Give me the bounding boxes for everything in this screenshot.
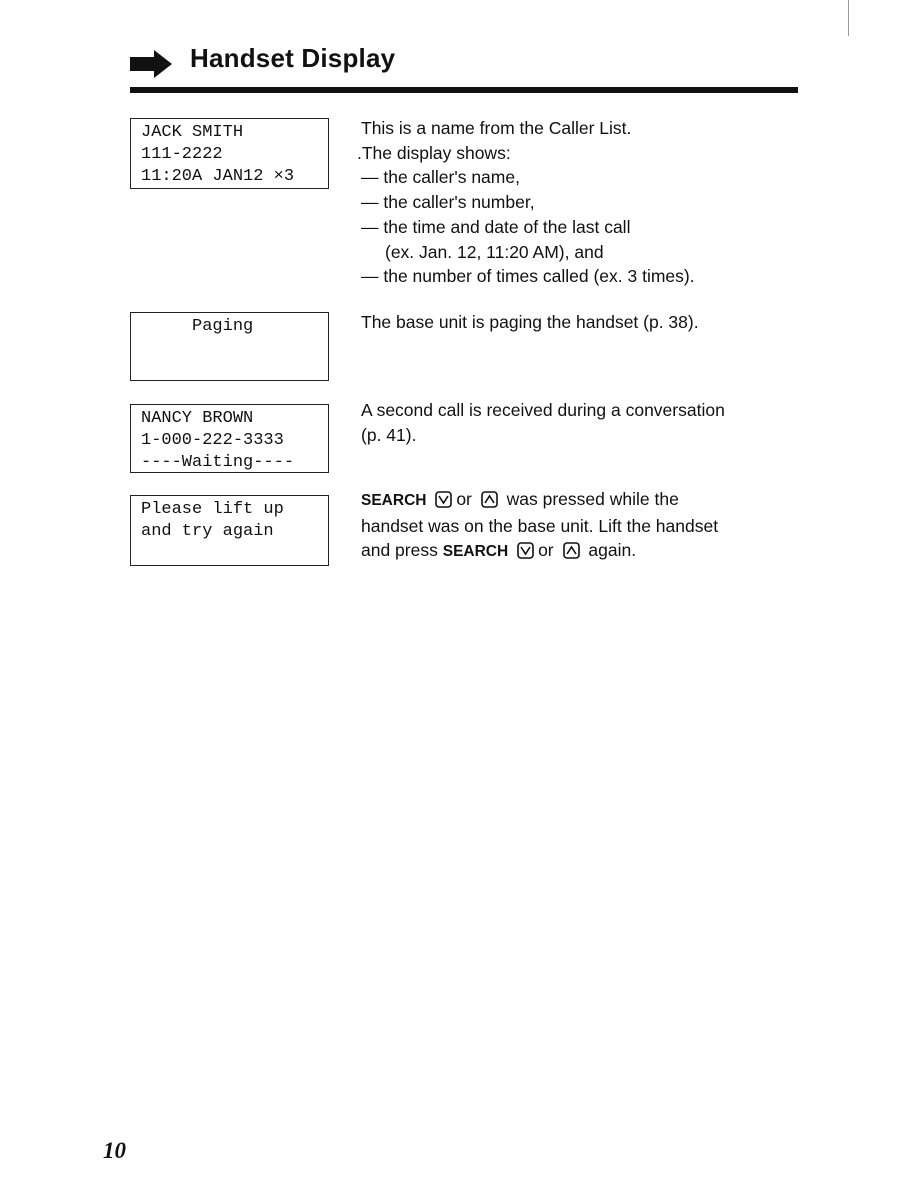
desc-line: and press SEARCH or again.	[361, 538, 718, 565]
lcd-display-waiting: NANCY BROWN 1-000-222-3333 ----Waiting--…	[130, 404, 329, 473]
down-key-icon	[435, 491, 453, 508]
desc-line: (ex. Jan. 12, 11:20 AM), and	[385, 241, 604, 262]
desc-line: This is a name from the Caller List.	[361, 118, 632, 138]
search-key-label: SEARCH	[361, 492, 427, 509]
desc-line: — the caller's number,	[361, 192, 535, 213]
page-title: Handset Display	[190, 43, 396, 73]
lcd-line: JACK SMITH	[141, 123, 244, 142]
lcd-line: 11:20A JAN12 ×3	[141, 167, 295, 186]
or-text: or	[538, 540, 554, 561]
desc-text: and press	[361, 540, 438, 561]
title-rule	[130, 87, 798, 93]
desc-line: (p. 41).	[361, 424, 417, 445]
description-lift: SEARCH or was pressed while the handset …	[361, 487, 718, 565]
lcd-line: ----Waiting----	[141, 453, 295, 472]
lcd-line: 111-2222	[141, 145, 223, 164]
desc-line: A second call is received during a conve…	[361, 400, 725, 420]
down-key-icon	[517, 542, 534, 560]
right-arrow-icon	[130, 50, 172, 78]
lcd-line: NANCY BROWN	[141, 409, 254, 428]
page-number: 10	[103, 1138, 126, 1163]
desc-line: .The display shows:	[357, 142, 511, 163]
lcd-line: and try again	[141, 522, 274, 541]
desc-line: — the caller's name,	[361, 167, 520, 188]
or-text: or	[456, 489, 472, 509]
desc-line: — the number of times called (ex. 3 time…	[361, 266, 695, 287]
description-waiting: A second call is received during a conve…	[361, 398, 725, 447]
lcd-line: 1-000-222-3333	[141, 431, 284, 450]
desc-text: was pressed while the	[506, 489, 679, 509]
lcd-display-caller: JACK SMITH 111-2222 11:20A JAN12 ×3	[130, 118, 329, 189]
desc-text: again.	[588, 540, 637, 561]
manual-page: Handset Display JACK SMITH 111-2222 11:2…	[0, 0, 918, 1188]
lcd-display-lift: Please lift up and try again	[130, 495, 329, 566]
up-key-icon	[562, 542, 580, 560]
search-key-label: SEARCH	[442, 543, 509, 561]
scan-edge	[848, 0, 849, 36]
lcd-line: Paging	[141, 317, 254, 336]
description-caller: This is a name from the Caller List. .Th…	[357, 116, 695, 289]
desc-line: The base unit is paging the handset (p. …	[361, 312, 699, 332]
desc-line: — the time and date of the last call	[361, 216, 631, 237]
desc-line: SEARCH or was pressed while the	[361, 487, 718, 514]
lcd-display-paging: Paging	[130, 312, 329, 381]
description-paging: The base unit is paging the handset (p. …	[361, 310, 699, 335]
lcd-line: Please lift up	[141, 500, 284, 519]
up-key-icon	[480, 491, 498, 508]
desc-line: handset was on the base unit. Lift the h…	[361, 515, 719, 536]
